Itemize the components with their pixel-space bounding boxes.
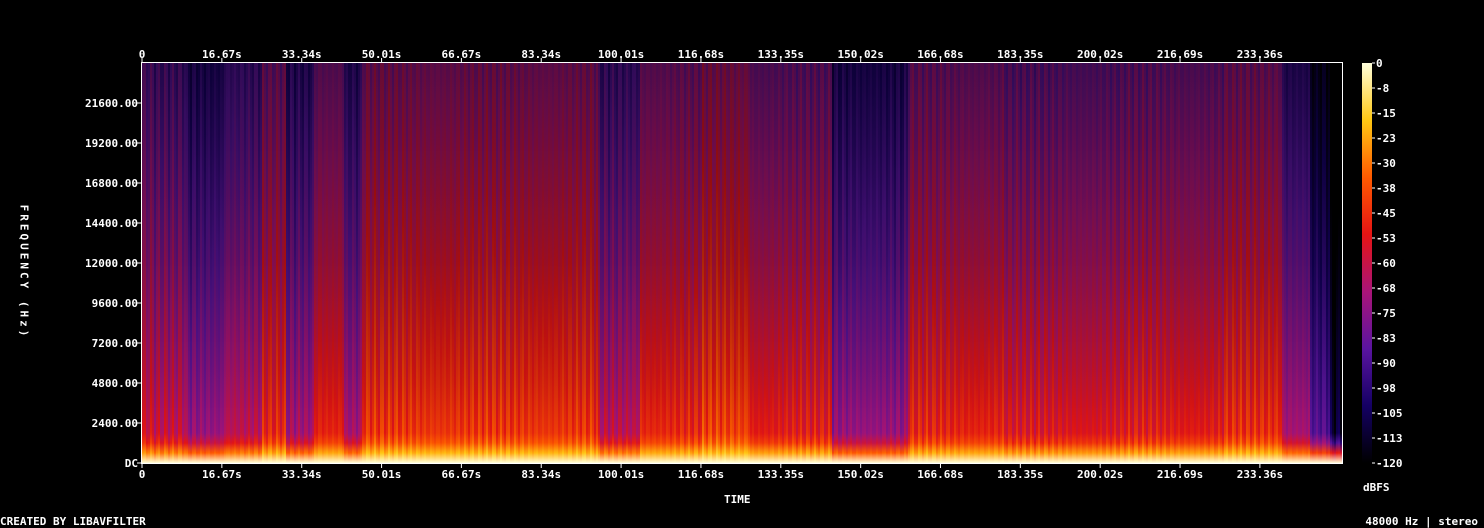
x-tick-label-bottom: 166.68s [917, 468, 963, 481]
x-tick-label-bottom: 233.36s [1237, 468, 1283, 481]
footer-sample-rate: 48000 Hz | stereo [1365, 516, 1478, 528]
y-tick-label: 21600.00 [85, 97, 138, 110]
y-tick-label: 16800.00 [85, 177, 138, 190]
x-tick-label-bottom: 0 [139, 468, 146, 481]
x-tick-label-top: 116.68s [678, 48, 724, 61]
x-tick-label-top: 100.01s [598, 48, 644, 61]
x-tick-label-top: 66.67s [442, 48, 482, 61]
x-tick-label-bottom: 200.02s [1077, 468, 1123, 481]
x-tick-label-bottom: 100.01s [598, 468, 644, 481]
colorbar-unit-label: dBFS [1363, 482, 1390, 494]
x-tick-label-top: 0 [139, 48, 146, 61]
y-tick-label: 14400.00 [85, 217, 138, 230]
x-tick-label-top: 16.67s [202, 48, 242, 61]
colorbar-tick-label: -23 [1376, 132, 1396, 145]
colorbar-tick-label: -113 [1376, 432, 1403, 445]
x-tick-label-bottom: 133.35s [758, 468, 804, 481]
colorbar-tick-label: 0 [1376, 57, 1383, 70]
spectrogram-frequency-fade [142, 63, 1342, 463]
x-tick-label-bottom: 66.67s [442, 468, 482, 481]
spectrogram-chart: 0 0 16.67s 16.67s 33.34s 33.34s 50.01s 50.01s 66… [85, 48, 1403, 481]
x-tick-label-top: 216.69s [1157, 48, 1203, 61]
x-tick-label-bottom: 116.68s [678, 468, 724, 481]
x-tick-label-top: 50.01s [362, 48, 402, 61]
x-tick-label-bottom: 50.01s [362, 468, 402, 481]
colorbar-tick-label: -83 [1376, 332, 1396, 345]
colorbar-tick-label: -30 [1376, 157, 1396, 170]
frequency-fade-overlay [142, 63, 1342, 463]
colorbar-tick-label: -98 [1376, 382, 1396, 395]
x-tick-label-top: 233.36s [1237, 48, 1283, 61]
x-tick-label-bottom: 183.35s [997, 468, 1043, 481]
x-tick-label-top: 33.34s [282, 48, 322, 61]
colorbar-gradient [1362, 63, 1372, 463]
colorbar-tick-label: -68 [1376, 282, 1396, 295]
x-tick-label-bottom: 150.02s [837, 468, 883, 481]
y-axis-title: FREQUENCY (Hz) [18, 205, 31, 340]
x-tick-label-bottom: 83.34s [521, 468, 561, 481]
colorbar-tick-label: -75 [1376, 307, 1396, 320]
colorbar-tick-label: -53 [1376, 232, 1396, 245]
y-tick-label: 4800.00 [92, 377, 138, 390]
colorbar-tick-label: -15 [1376, 107, 1396, 120]
footer-created-by: CREATED BY LIBAVFILTER [0, 516, 146, 528]
y-tick-label: DC [125, 457, 138, 470]
spectrogram-view: 0 0 16.67s 16.67s 33.34s 33.34s 50.01s 50.01s 66… [0, 0, 1484, 528]
colorbar-tick-label: -90 [1376, 357, 1396, 370]
x-tick-label-top: 166.68s [917, 48, 963, 61]
y-tick-label: 9600.00 [92, 297, 138, 310]
y-tick-label: 19200.00 [85, 137, 138, 150]
colorbar-tick-label: -38 [1376, 182, 1396, 195]
colorbar-tick-label: -120 [1376, 457, 1403, 470]
colorbar-tick-label: -60 [1376, 257, 1396, 270]
colorbar-tick-label: -45 [1376, 207, 1396, 220]
x-tick-label-bottom: 216.69s [1157, 468, 1203, 481]
x-tick-label-top: 83.34s [521, 48, 561, 61]
y-tick-label: 12000.00 [85, 257, 138, 270]
x-tick-label-top: 133.35s [758, 48, 804, 61]
colorbar-tick-label: -8 [1376, 82, 1389, 95]
colorbar-tick-label: -105 [1376, 407, 1403, 420]
x-tick-label-top: 150.02s [837, 48, 883, 61]
x-tick-label-bottom: 33.34s [282, 468, 322, 481]
x-tick-label-top: 183.35s [997, 48, 1043, 61]
colorbar: 0 -8 -15 -23 -30 -38 -45 -53 -60 -68 -75 -83 -90 -98 -… [1362, 57, 1403, 470]
x-tick-label-bottom: 16.67s [202, 468, 242, 481]
y-tick-label: 7200.00 [92, 337, 138, 350]
x-axis-title: TIME [724, 494, 751, 506]
y-tick-label: 2400.00 [92, 417, 138, 430]
x-tick-label-top: 200.02s [1077, 48, 1123, 61]
